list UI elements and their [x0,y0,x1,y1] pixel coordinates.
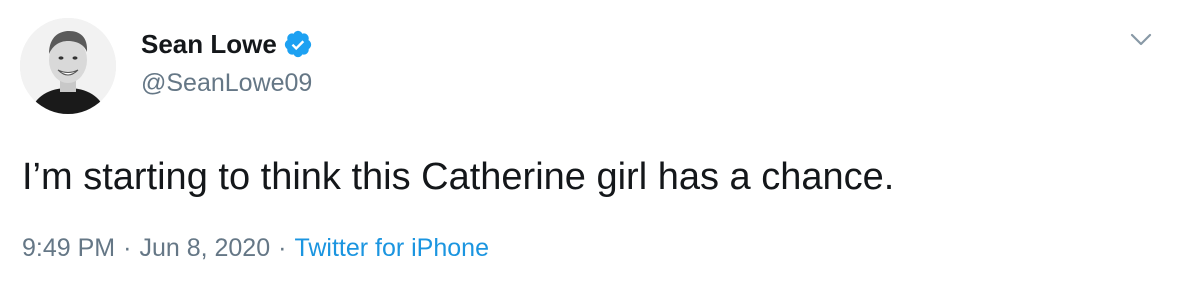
avatar[interactable] [20,18,116,114]
author-name-row: Sean Lowe [141,26,313,62]
meta-separator: · [278,234,287,262]
verified-badge-icon [283,29,313,59]
tweet-meta: 9:49 PM · Jun 8, 2020 · Twitter for iPhone [22,231,489,265]
avatar-image [20,18,116,114]
tweet-card: Sean Lowe @SeanLowe09 I’m starting to th… [0,0,1180,282]
tweet-date[interactable]: Jun 8, 2020 [139,234,270,262]
meta-separator: · [123,234,132,262]
tweet-source-link[interactable]: Twitter for iPhone [294,234,489,262]
tweet-text: I’m starting to think this Catherine gir… [22,156,895,198]
author-display-name[interactable]: Sean Lowe [141,26,277,62]
author-handle[interactable]: @SeanLowe09 [141,66,312,100]
chevron-down-icon[interactable] [1126,24,1156,54]
tweet-time[interactable]: 9:49 PM [22,234,115,262]
